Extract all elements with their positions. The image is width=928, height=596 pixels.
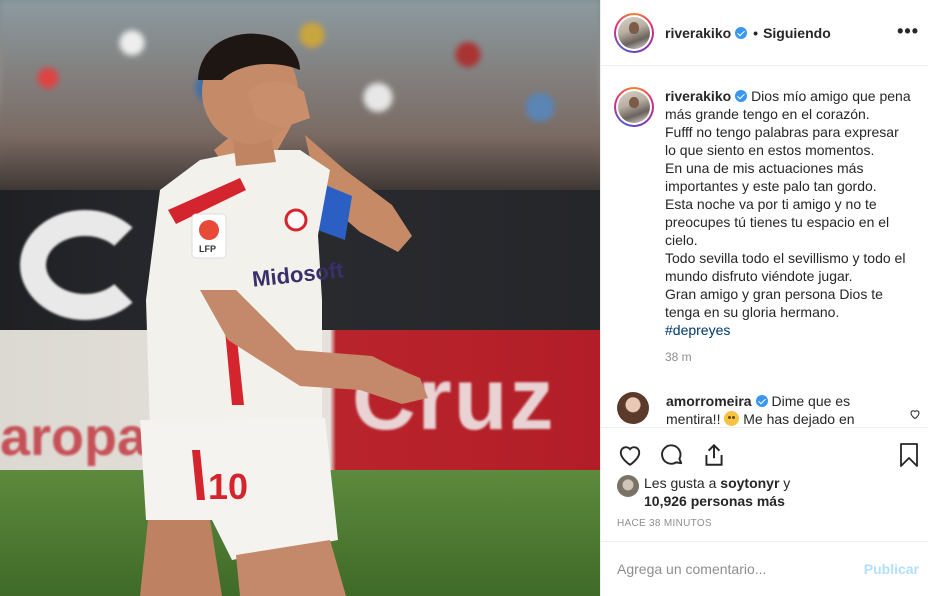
comment-like-heart-icon[interactable]: [909, 407, 921, 423]
comments-list[interactable]: riverakiko Dios mío amigo que pena más g…: [601, 67, 928, 427]
commenter-username[interactable]: amorromeira: [666, 393, 752, 409]
post-caption: riverakiko Dios mío amigo que pena más g…: [601, 67, 928, 366]
post-photo[interactable]: aropa Cruz LFP Midosoft 10: [0, 0, 600, 596]
post-actions: Les gusta a soytonyr y 10,926 personas m…: [601, 427, 928, 541]
caption-line: importantes y este palo tan gordo.: [665, 178, 877, 194]
caption-line: cielo.: [665, 232, 698, 248]
like-heart-icon[interactable]: [617, 442, 643, 468]
caption-line: mundo disfruto viéndote jugar.: [665, 268, 853, 284]
caption-line: Fufff no tengo palabras para expresar: [665, 124, 899, 140]
caption-username[interactable]: riverakiko: [665, 88, 731, 104]
caption-line: Dios mío amigo que pena: [751, 88, 911, 104]
comment-input[interactable]: Agrega un comentario...: [617, 561, 864, 577]
comment-composer: Agrega un comentario... Publicar: [601, 541, 928, 596]
more-options-icon[interactable]: •••: [897, 22, 919, 40]
save-bookmark-icon[interactable]: [897, 442, 921, 471]
action-icons: [617, 442, 743, 468]
caption-line: preocupes tú tienes tu espacio en el: [665, 214, 890, 230]
verified-badge-icon: [735, 90, 748, 102]
commenter-avatar[interactable]: [617, 392, 649, 424]
post-timestamp[interactable]: HACE 38 MINUTOS: [617, 518, 712, 529]
likes-text: Les gusta a soytonyr y 10,926 personas m…: [644, 475, 791, 509]
post-header: riverakiko • Siguiendo •••: [601, 0, 928, 66]
caption-line: Todo sevilla todo el sevillismo y todo e…: [665, 250, 906, 266]
header-username[interactable]: riverakiko: [665, 25, 748, 41]
verified-badge-icon: [755, 395, 768, 407]
separator-dot: •: [753, 24, 759, 41]
following-button[interactable]: Siguiendo: [763, 25, 831, 41]
profile-avatar[interactable]: [614, 12, 654, 53]
comment-item: amorromeira Dime que es mentira!! Me has…: [601, 366, 928, 427]
caption-line: Gran amigo y gran persona Dios te: [665, 286, 883, 302]
publish-button[interactable]: Publicar: [864, 561, 919, 577]
likes-summary: Les gusta a soytonyr y 10,926 personas m…: [617, 474, 790, 510]
comment-line: mentira!!: [666, 411, 721, 427]
liker-username[interactable]: soytonyr: [720, 475, 779, 491]
football-player: [140, 33, 428, 596]
caption-line: más grande tengo en el corazón.: [665, 106, 870, 122]
comment-text: amorromeira Dime que es mentira!! Me has…: [666, 392, 901, 427]
post-side-panel: riverakiko • Siguiendo ••• riverakiko Di…: [600, 0, 928, 596]
caption-line: tenga en su gloria hermano.: [665, 304, 840, 320]
username-link[interactable]: riverakiko: [665, 25, 731, 41]
caption-timestamp[interactable]: 38 m: [665, 348, 913, 366]
verified-badge-icon: [735, 26, 748, 39]
comment-line: Me has dejado en: [743, 411, 855, 427]
hashtag-link[interactable]: #depreyes: [665, 321, 913, 339]
lfp-badge-text: LFP: [199, 244, 216, 254]
flushed-emoji-icon: [724, 411, 740, 426]
comment-line: Dime que es: [771, 393, 851, 409]
caption-line: lo que siento en estos momentos.: [665, 142, 875, 158]
caption-line: Esta noche va por ti amigo y no te: [665, 196, 877, 212]
liker-avatar[interactable]: [617, 475, 639, 497]
shorts-number: 10: [208, 466, 249, 507]
caption-line: En una de mis actuaciones más: [665, 160, 864, 176]
likes-count-link[interactable]: 10,926 personas más: [644, 493, 785, 509]
share-icon[interactable]: [701, 442, 727, 468]
caption-avatar[interactable]: [614, 87, 654, 127]
comment-bubble-icon[interactable]: [659, 442, 685, 468]
caption-body: riverakiko Dios mío amigo que pena más g…: [665, 87, 913, 366]
